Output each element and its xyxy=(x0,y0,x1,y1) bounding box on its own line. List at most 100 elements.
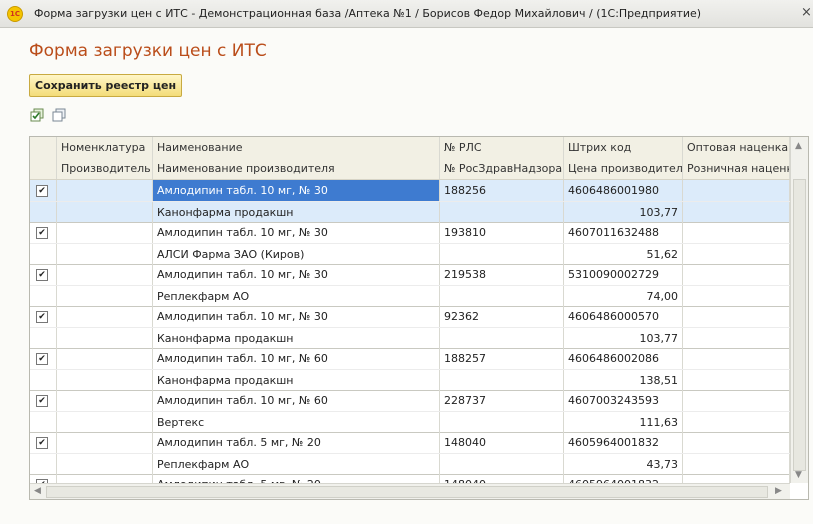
header-roszdravnadzor[interactable]: № РосЗдравНадзора xyxy=(440,158,564,179)
row-checkbox[interactable]: ✔ xyxy=(36,227,48,239)
wholesale-markup-cell[interactable] xyxy=(683,348,790,369)
name-cell[interactable]: Амлодипин табл. 10 мг, № 60 xyxy=(153,348,440,369)
name-cell[interactable]: Амлодипин табл. 5 мг, № 20 xyxy=(153,432,440,453)
row-checkbox[interactable]: ✔ xyxy=(36,395,48,407)
retail-markup-cell[interactable] xyxy=(683,454,790,475)
retail-markup-cell[interactable] xyxy=(683,328,790,349)
producer-cell[interactable] xyxy=(57,202,153,223)
name-cell[interactable]: Амлодипин табл. 10 мг, № 30 xyxy=(153,180,440,201)
header-nomenclature[interactable]: Номенклатура xyxy=(57,137,153,158)
producer-name-cell[interactable]: Вертекс xyxy=(153,412,440,433)
roszdravnadzor-cell[interactable] xyxy=(440,370,564,391)
name-cell[interactable]: Амлодипин табл. 10 мг, № 30 xyxy=(153,222,440,243)
wholesale-markup-cell[interactable] xyxy=(683,264,790,285)
table-row-line-1[interactable]: ✔ Амлодипин табл. 5 мг, № 201480404605964… xyxy=(30,432,790,453)
rls-cell[interactable]: 188256 xyxy=(440,180,564,201)
row-checkbox[interactable]: ✔ xyxy=(36,437,48,449)
close-icon[interactable]: × xyxy=(801,5,812,20)
row-checkbox[interactable]: ✔ xyxy=(36,311,48,323)
producer-cell[interactable] xyxy=(57,286,153,307)
producer-cell[interactable] xyxy=(57,244,153,265)
header-name[interactable]: Наименование xyxy=(153,137,440,158)
producer-cell[interactable] xyxy=(57,454,153,475)
producer-name-cell[interactable]: Канонфарма продакшн xyxy=(153,202,440,223)
barcode-cell[interactable]: 5310090002729 xyxy=(564,264,683,285)
horizontal-scroll-thumb[interactable] xyxy=(46,486,768,498)
row-check-cell[interactable]: ✔ xyxy=(30,306,57,327)
table-row-line-1[interactable]: ✔ Амлодипин табл. 10 мг, № 30 219538 531009… xyxy=(30,264,790,285)
retail-markup-cell[interactable] xyxy=(683,202,790,223)
producer-price-cell[interactable]: 74,00 xyxy=(564,286,683,307)
row-check-cell[interactable]: ✔ xyxy=(30,432,57,453)
nomenclature-cell[interactable] xyxy=(57,180,153,201)
scroll-right-icon[interactable]: ▶ xyxy=(775,486,782,496)
producer-price-cell[interactable]: 103,77 xyxy=(564,328,683,349)
producer-cell[interactable] xyxy=(57,370,153,391)
wholesale-markup-cell[interactable] xyxy=(683,432,790,453)
roszdravnadzor-cell[interactable] xyxy=(440,202,564,223)
horizontal-scrollbar[interactable]: ◀ ▶ xyxy=(30,483,790,499)
scroll-down-icon[interactable]: ▼ xyxy=(795,470,802,480)
name-cell[interactable]: Амлодипин табл. 10 мг, № 30 xyxy=(153,264,440,285)
producer-cell[interactable] xyxy=(57,412,153,433)
table-row-line-1[interactable]: ✔ Амлодипин табл. 10 мг, № 60 228737 460700… xyxy=(30,390,790,411)
header-wholesale-markup[interactable]: Оптовая наценка xyxy=(683,137,790,158)
producer-price-cell[interactable]: 43,73 xyxy=(564,454,683,475)
roszdravnadzor-cell[interactable] xyxy=(440,286,564,307)
header-producer[interactable]: Производитель xyxy=(57,158,153,179)
roszdravnadzor-cell[interactable] xyxy=(440,454,564,475)
row-check-cell[interactable]: ✔ xyxy=(30,180,57,201)
barcode-cell[interactable]: 4607003243593 xyxy=(564,390,683,411)
producer-name-cell[interactable]: Канонфарма продакшн xyxy=(153,370,440,391)
rls-cell[interactable]: 193810 xyxy=(440,222,564,243)
table-row[interactable]: ✔ Амлодипин табл. 10 мг, № 30 188256 460648… xyxy=(30,180,790,223)
table-row-line-2[interactable]: Реплекфарм АО 74,00 xyxy=(30,285,790,307)
header-producer-name[interactable]: Наименование производителя xyxy=(153,158,440,179)
name-cell[interactable]: Амлодипин табл. 10 мг, № 60 xyxy=(153,390,440,411)
table-row-line-2[interactable]: Вертекс 111,63 xyxy=(30,411,790,433)
table-row[interactable]: ✔ Амлодипин табл. 5 мг, № 201480404605964… xyxy=(30,432,790,475)
vertical-scrollbar[interactable]: ▲ ▼ xyxy=(790,137,808,483)
nomenclature-cell[interactable] xyxy=(57,264,153,285)
header-barcode[interactable]: Штрих код xyxy=(564,137,683,158)
retail-markup-cell[interactable] xyxy=(683,370,790,391)
table-row-line-2[interactable]: Канонфарма продакшн 103,77 xyxy=(30,201,790,223)
wholesale-markup-cell[interactable] xyxy=(683,222,790,243)
producer-name-cell[interactable]: Канонфарма продакшн xyxy=(153,328,440,349)
nomenclature-cell[interactable] xyxy=(57,222,153,243)
table-row-line-2[interactable]: Реплекфарм АО 43,73 xyxy=(30,453,790,475)
producer-price-cell[interactable]: 138,51 xyxy=(564,370,683,391)
table-row-line-2[interactable]: Канонфарма продакшн 138,51 xyxy=(30,369,790,391)
save-registry-button[interactable]: Сохранить реестр цен xyxy=(29,74,183,97)
barcode-cell[interactable]: 4606486001980 xyxy=(564,180,683,201)
table-row-line-2[interactable]: Канонфарма продакшн 103,77 xyxy=(30,327,790,349)
table-row[interactable]: ✔ Амлодипин табл. 10 мг, № 60 228737 460700… xyxy=(30,390,790,433)
scroll-left-icon[interactable]: ◀ xyxy=(34,486,41,496)
producer-price-cell[interactable]: 51,62 xyxy=(564,244,683,265)
producer-name-cell[interactable]: Реплекфарм АО xyxy=(153,454,440,475)
roszdravnadzor-cell[interactable] xyxy=(440,328,564,349)
table-row-line-2[interactable]: АЛСИ Фарма ЗАО (Киров) 51,62 xyxy=(30,243,790,265)
rls-cell[interactable]: 92362 xyxy=(440,306,564,327)
header-producer-price[interactable]: Цена производителя xyxy=(564,158,683,179)
nomenclature-cell[interactable] xyxy=(57,306,153,327)
retail-markup-cell[interactable] xyxy=(683,412,790,433)
table-row[interactable]: ✔ Амлодипин табл. 10 мг, № 60 188257 460648… xyxy=(30,348,790,391)
table-row[interactable]: ✔ Амлодипин табл. 10 мг, № 30 219538 531009… xyxy=(30,264,790,307)
table-row-line-1[interactable]: ✔ Амлодипин табл. 10 мг, № 30 92362 4606486… xyxy=(30,306,790,327)
scroll-up-icon[interactable]: ▲ xyxy=(795,141,802,151)
rls-cell[interactable]: 219538 xyxy=(440,264,564,285)
roszdravnadzor-cell[interactable] xyxy=(440,412,564,433)
wholesale-markup-cell[interactable] xyxy=(683,390,790,411)
row-check-cell[interactable]: ✔ xyxy=(30,390,57,411)
barcode-cell[interactable]: 4606486000570 xyxy=(564,306,683,327)
row-checkbox[interactable]: ✔ xyxy=(36,353,48,365)
barcode-cell[interactable]: 4605964001832 xyxy=(564,432,683,453)
name-cell[interactable]: Амлодипин табл. 10 мг, № 30 xyxy=(153,306,440,327)
producer-cell[interactable] xyxy=(57,328,153,349)
table-row-line-1[interactable]: ✔ Амлодипин табл. 10 мг, № 60 188257 460648… xyxy=(30,348,790,369)
rls-cell[interactable]: 188257 xyxy=(440,348,564,369)
wholesale-markup-cell[interactable] xyxy=(683,306,790,327)
wholesale-markup-cell[interactable] xyxy=(683,180,790,201)
header-rls[interactable]: № РЛС xyxy=(440,137,564,158)
